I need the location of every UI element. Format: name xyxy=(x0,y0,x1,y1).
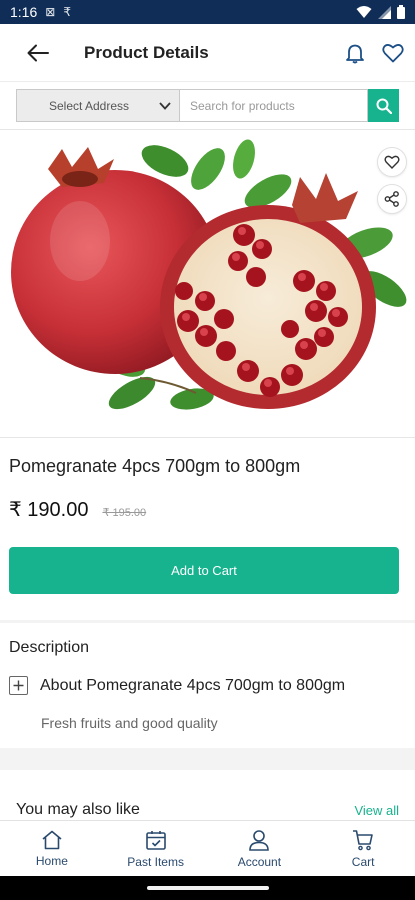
notifications-button[interactable] xyxy=(341,39,369,67)
expand-icon xyxy=(9,676,28,695)
nav-home[interactable]: Home xyxy=(0,821,104,876)
nav-past-items[interactable]: Past Items xyxy=(104,821,208,876)
wishlist-button[interactable] xyxy=(379,39,407,67)
past-items-icon xyxy=(145,830,166,850)
divider xyxy=(0,129,415,130)
search-button[interactable] xyxy=(368,89,399,122)
chevron-down-icon xyxy=(159,102,171,110)
search-row: Select Address xyxy=(16,89,399,122)
gesture-bar xyxy=(0,876,415,900)
search-input[interactable] xyxy=(179,89,368,122)
section-separator xyxy=(0,620,415,623)
section-separator xyxy=(0,748,415,770)
nav-label: Cart xyxy=(351,854,375,869)
share-icon xyxy=(384,191,399,207)
product-name: Pomegranate 4pcs 700gm to 800gm xyxy=(9,456,301,476)
share-button[interactable] xyxy=(377,184,407,214)
favorite-button[interactable] xyxy=(377,147,407,177)
nav-account[interactable]: Account xyxy=(208,821,312,876)
wifi-icon xyxy=(356,6,372,18)
description-heading: About Pomegranate 4pcs 700gm to 800gm xyxy=(40,676,346,694)
recommendations-title: You may also like xyxy=(16,801,140,818)
description-title: Description xyxy=(9,639,90,656)
description-body: Fresh fruits and good quality xyxy=(41,715,218,731)
nav-label: Past Items xyxy=(127,854,184,869)
status-time: 1:16 xyxy=(10,4,38,20)
back-button[interactable] xyxy=(14,29,62,77)
divider xyxy=(0,437,415,438)
original-price: ₹ 195.00 xyxy=(102,507,147,519)
app-bar: Product Details xyxy=(0,24,415,82)
address-select[interactable]: Select Address xyxy=(16,89,179,122)
notification-glyph: ₹ xyxy=(63,5,71,19)
arrow-left-icon xyxy=(27,44,49,61)
view-all-link[interactable]: View all xyxy=(354,803,399,818)
heart-icon xyxy=(382,43,404,62)
page-title: Product Details xyxy=(84,42,209,62)
bell-icon xyxy=(346,44,364,63)
bottom-nav: Home Past Items Account Cart xyxy=(0,820,415,876)
nav-label: Home xyxy=(35,853,68,868)
signal-icon xyxy=(378,5,391,19)
search-icon xyxy=(376,98,392,114)
description-expander[interactable]: About Pomegranate 4pcs 700gm to 800gm xyxy=(9,676,345,695)
status-bar: 1:16 ⊠ ₹ xyxy=(0,0,415,24)
home-icon xyxy=(42,830,62,849)
product-price: ₹ 190.00 xyxy=(9,499,89,521)
price-row: ₹ 190.00 ₹ 195.00 xyxy=(9,497,146,522)
cart-icon xyxy=(353,829,373,850)
account-icon xyxy=(249,829,270,851)
nav-cart[interactable]: Cart xyxy=(311,821,415,876)
battery-icon xyxy=(397,5,405,19)
notification-glyph: ⊠ xyxy=(45,5,56,19)
product-image-area xyxy=(0,131,415,436)
address-select-label: Select Address xyxy=(48,98,130,113)
home-gesture-handle[interactable] xyxy=(146,886,269,890)
add-to-cart-button[interactable]: Add to Cart xyxy=(9,547,399,594)
heart-icon xyxy=(384,155,400,169)
product-image xyxy=(11,139,407,410)
nav-label: Account xyxy=(237,854,282,869)
